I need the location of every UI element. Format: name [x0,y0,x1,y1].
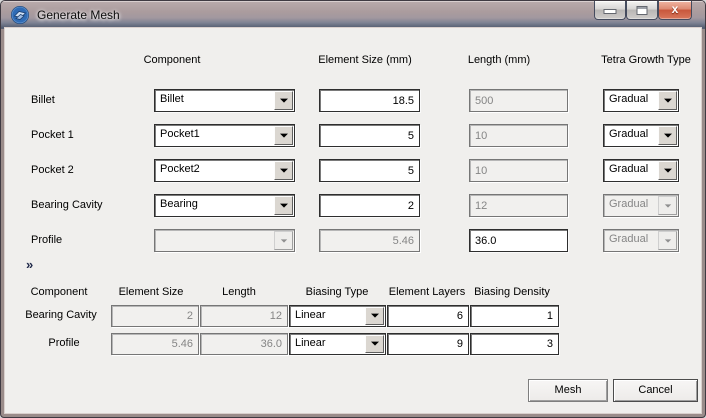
minimize-button[interactable] [594,1,626,20]
cancel-button[interactable]: Cancel [613,379,698,402]
length-input-pocket1 [469,124,568,147]
component-combo-billet[interactable]: Billet [154,89,295,112]
header-length: Length (mm) [467,54,531,66]
chevron-down-icon[interactable] [658,91,677,110]
maximize-icon [636,6,648,15]
length-input-bearing [469,194,568,217]
biasing-header-biasing-density: Biasing Density [474,286,550,298]
length-input-profile[interactable] [469,229,568,252]
biasing-row-label-bearing: Bearing Cavity [25,309,97,321]
title-bar[interactable]: Generate Mesh x [1,1,705,29]
biasing-header-element-layers: Element Layers [388,286,466,298]
app-icon [11,6,29,24]
chevron-down-icon [274,231,293,250]
component-combo-bearing[interactable]: Bearing [154,194,295,217]
chevron-down-icon[interactable] [658,126,677,145]
chevron-down-icon[interactable] [274,196,293,215]
length-input-pocket2 [469,159,568,182]
header-element-size: Element Size (mm) [318,54,412,66]
minimize-icon [603,9,617,14]
element-size-input-bearing[interactable] [319,194,420,217]
chevron-down-icon[interactable] [274,126,293,145]
element-size-input-billet[interactable] [319,89,420,112]
biasing-header-length: Length [222,286,256,298]
chevron-down-icon[interactable] [274,91,293,110]
biasing-density-input-bearing[interactable] [470,305,559,327]
expander-chevrons[interactable]: » [26,257,34,272]
biasing-header-component: Component [30,286,88,298]
biasing-header-biasing-type: Biasing Type [305,286,369,298]
biasing-length-bearing [200,305,288,327]
row-label-pocket1: Pocket 1 [31,129,74,141]
element-size-input-pocket1[interactable] [319,124,420,147]
chevron-down-icon [658,231,677,250]
growth-combo-pocket2[interactable]: Gradual [603,159,679,182]
biasing-row-label-profile: Profile [48,337,80,349]
element-layers-input-profile[interactable] [387,333,469,355]
component-combo-pocket2[interactable]: Pocket2 [154,159,295,182]
row-label-bearing-cavity: Bearing Cavity [31,199,103,211]
close-icon: x [671,2,679,16]
biasing-type-combo-profile[interactable]: Linear [289,333,386,355]
chevron-down-icon[interactable] [658,161,677,180]
element-size-input-profile [319,229,420,252]
chevron-down-icon[interactable] [274,161,293,180]
element-size-input-pocket2[interactable] [319,159,420,182]
biasing-density-input-profile[interactable] [470,333,559,355]
mesh-button[interactable]: Mesh [528,379,608,402]
close-button[interactable]: x [658,1,692,20]
biasing-element-size-profile [111,333,199,355]
component-combo-profile [154,229,295,252]
generate-mesh-dialog: Generate Mesh x Component Element Size (… [0,0,706,418]
element-layers-input-bearing[interactable] [387,305,469,327]
row-label-pocket2: Pocket 2 [31,164,74,176]
row-label-billet: Billet [31,94,55,106]
row-label-profile: Profile [31,234,63,246]
chevron-down-icon[interactable] [365,307,384,325]
length-input-billet [469,89,568,112]
chevron-down-icon[interactable] [365,335,384,353]
biasing-length-profile [200,333,288,355]
component-combo-pocket1[interactable]: Pocket1 [154,124,295,147]
biasing-header-element-size: Element Size [118,286,184,298]
maximize-button[interactable] [626,1,658,20]
growth-combo-pocket1[interactable]: Gradual [603,124,679,147]
dialog-body [5,28,701,413]
window-title: Generate Mesh [37,8,120,22]
chevron-down-icon [658,196,677,215]
biasing-type-combo-bearing[interactable]: Linear [289,305,386,327]
biasing-element-size-bearing [111,305,199,327]
header-tetra-growth-type: Tetra Growth Type [601,54,691,66]
header-component: Component [143,54,201,66]
growth-combo-profile: Gradual [603,229,679,252]
growth-combo-billet[interactable]: Gradual [603,89,679,112]
growth-combo-bearing: Gradual [603,194,679,217]
